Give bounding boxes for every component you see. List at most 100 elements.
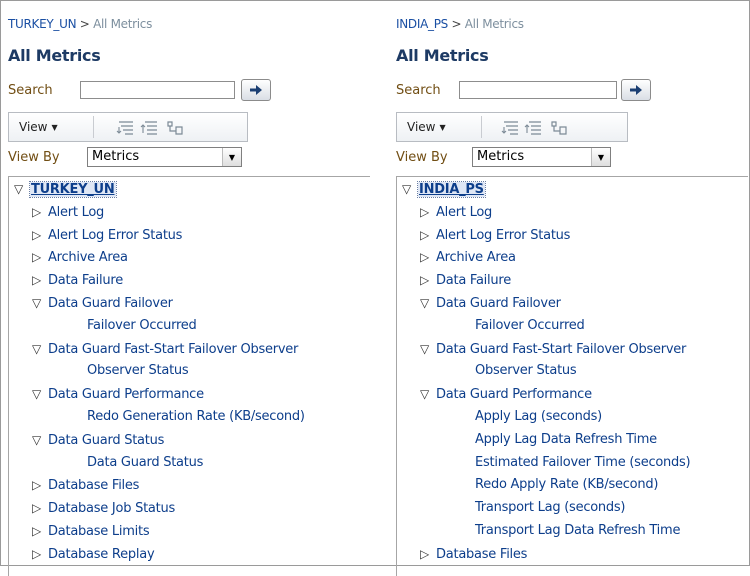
tree-item-label[interactable]: Data Guard Failover: [48, 296, 173, 311]
expanded-triangle-icon[interactable]: ▽: [14, 178, 30, 200]
expanded-triangle-icon[interactable]: ▽: [420, 338, 436, 360]
tree-item-label[interactable]: Database Job Status: [48, 501, 175, 516]
tree-metric-apply-lag-data-refresh-time[interactable]: Apply Lag Data Refresh Time: [475, 429, 657, 451]
tree-item-label[interactable]: Observer Status: [87, 363, 189, 378]
tree-item-data-guard-status[interactable]: ▽ Data Guard Status: [32, 429, 164, 451]
tree-item-alert-log-error-status[interactable]: ▷ Alert Log Error Status: [420, 224, 570, 246]
tree-item-archive-area[interactable]: ▷ Archive Area: [32, 246, 128, 268]
expanded-triangle-icon[interactable]: ▽: [402, 178, 418, 200]
tree-item-database-limits[interactable]: ▷ Database Limits: [32, 520, 150, 542]
collapsed-triangle-icon[interactable]: ▷: [420, 246, 436, 268]
search-go-button[interactable]: [241, 79, 271, 101]
tree-item-label[interactable]: Observer Status: [475, 363, 577, 378]
focus-icon[interactable]: [165, 119, 185, 137]
search-input[interactable]: [80, 81, 235, 99]
tree-item-label[interactable]: Data Guard Failover: [436, 296, 561, 311]
tree-item-label[interactable]: Database Files: [48, 478, 139, 493]
expanded-triangle-icon[interactable]: ▽: [32, 292, 48, 314]
tree-item-label[interactable]: Transport Lag Data Refresh Time: [475, 523, 680, 538]
tree-item-label[interactable]: Database Files: [436, 547, 527, 562]
tree-item-data-guard-performance[interactable]: ▽ Data Guard Performance: [32, 383, 204, 405]
expanded-triangle-icon[interactable]: ▽: [420, 292, 436, 314]
tree-item-label[interactable]: Estimated Failover Time (seconds): [475, 455, 691, 470]
view-by-select[interactable]: Metrics ▼: [472, 147, 611, 167]
tree-item-label[interactable]: Redo Generation Rate (KB/second): [87, 409, 305, 424]
collapsed-triangle-icon[interactable]: ▷: [420, 201, 436, 223]
tree-item-label[interactable]: Failover Occurred: [475, 318, 585, 333]
tree-item-label[interactable]: Data Failure: [48, 273, 123, 288]
tree-item-label[interactable]: Alert Log: [436, 205, 492, 220]
collapsed-triangle-icon[interactable]: ▷: [420, 543, 436, 565]
tree-root-label[interactable]: INDIA_PS: [417, 181, 486, 198]
search-input[interactable]: [459, 81, 617, 99]
tree-item-data-guard-failover[interactable]: ▽ Data Guard Failover: [420, 292, 561, 314]
tree-item-alert-log-error-status[interactable]: ▷ Alert Log Error Status: [32, 224, 182, 246]
view-menu-button[interactable]: View ▼: [19, 120, 58, 134]
tree-item-label[interactable]: Apply Lag (seconds): [475, 409, 602, 424]
tree-item-label[interactable]: Transport Lag (seconds): [475, 500, 626, 515]
collapsed-triangle-icon[interactable]: ▷: [32, 520, 48, 542]
tree-item-database-files[interactable]: ▷ Database Files: [32, 474, 139, 496]
expanded-triangle-icon[interactable]: ▽: [32, 383, 48, 405]
tree-metric-estimated-failover-time-seconds[interactable]: Estimated Failover Time (seconds): [475, 452, 691, 474]
collapsed-triangle-icon[interactable]: ▷: [32, 246, 48, 268]
view-by-select[interactable]: Metrics ▼: [87, 147, 242, 167]
view-menu-button[interactable]: View ▼: [407, 120, 446, 134]
tree-item-database-replay[interactable]: ▷ Database Replay: [32, 543, 155, 565]
tree-item-label[interactable]: Archive Area: [48, 250, 128, 265]
focus-icon[interactable]: [549, 119, 569, 137]
breadcrumb-target-link[interactable]: INDIA_PS: [396, 17, 448, 31]
tree-item-label[interactable]: Redo Apply Rate (KB/second): [475, 477, 658, 492]
collapsed-triangle-icon[interactable]: ▷: [32, 497, 48, 519]
expand-all-icon[interactable]: [116, 119, 136, 137]
tree-item-data-guard-fast-start-failover-observer[interactable]: ▽ Data Guard Fast-Start Failover Observer: [420, 338, 686, 360]
collapse-all-icon[interactable]: [524, 119, 544, 137]
tree-item-alert-log[interactable]: ▷ Alert Log: [420, 201, 492, 223]
tree-item-label[interactable]: Data Guard Performance: [48, 387, 204, 402]
tree-item-label[interactable]: Data Guard Status: [48, 433, 164, 448]
tree-item-label[interactable]: Database Limits: [48, 524, 150, 539]
collapsed-triangle-icon[interactable]: ▷: [420, 269, 436, 291]
tree-item-label[interactable]: Apply Lag Data Refresh Time: [475, 432, 657, 447]
dropdown-arrow-icon[interactable]: ▼: [591, 148, 610, 166]
tree-item-label[interactable]: Archive Area: [436, 250, 516, 265]
tree-root[interactable]: ▽ INDIA_PS: [402, 178, 486, 200]
tree-item-data-guard-failover[interactable]: ▽ Data Guard Failover: [32, 292, 173, 314]
expanded-triangle-icon[interactable]: ▽: [32, 338, 48, 360]
breadcrumb-target-link[interactable]: TURKEY_UN: [8, 17, 77, 31]
collapse-all-icon[interactable]: [140, 119, 160, 137]
tree-metric-redo-apply-rate-kb-second[interactable]: Redo Apply Rate (KB/second): [475, 474, 658, 496]
tree-item-data-failure[interactable]: ▷ Data Failure: [32, 269, 123, 291]
search-go-button[interactable]: [621, 79, 651, 101]
tree-metric-apply-lag-seconds[interactable]: Apply Lag (seconds): [475, 406, 602, 428]
expand-all-icon[interactable]: [501, 119, 521, 137]
tree-metric-observer-status[interactable]: Observer Status: [87, 360, 189, 382]
collapsed-triangle-icon[interactable]: ▷: [32, 224, 48, 246]
tree-item-data-guard-fast-start-failover-observer[interactable]: ▽ Data Guard Fast-Start Failover Observer: [32, 338, 298, 360]
tree-item-archive-area[interactable]: ▷ Archive Area: [420, 246, 516, 268]
collapsed-triangle-icon[interactable]: ▷: [32, 269, 48, 291]
tree-item-label[interactable]: Alert Log Error Status: [48, 228, 182, 243]
tree-item-database-job-status[interactable]: ▷ Database Job Status: [32, 497, 175, 519]
tree-metric-redo-generation-rate-kb-second[interactable]: Redo Generation Rate (KB/second): [87, 406, 305, 428]
collapsed-triangle-icon[interactable]: ▷: [420, 224, 436, 246]
tree-item-data-guard-performance[interactable]: ▽ Data Guard Performance: [420, 383, 592, 405]
tree-item-label[interactable]: Failover Occurred: [87, 318, 197, 333]
collapsed-triangle-icon[interactable]: ▷: [32, 201, 48, 223]
dropdown-arrow-icon[interactable]: ▼: [222, 148, 241, 166]
expanded-triangle-icon[interactable]: ▽: [32, 429, 48, 451]
tree-item-label[interactable]: Data Failure: [436, 273, 511, 288]
tree-item-label[interactable]: Data Guard Performance: [436, 387, 592, 402]
expanded-triangle-icon[interactable]: ▽: [420, 383, 436, 405]
tree-item-label[interactable]: Data Guard Status: [87, 455, 203, 470]
tree-item-database-files[interactable]: ▷ Database Files: [420, 543, 527, 565]
tree-item-alert-log[interactable]: ▷ Alert Log: [32, 201, 104, 223]
tree-metric-data-guard-status[interactable]: Data Guard Status: [87, 452, 203, 474]
tree-metric-transport-lag-data-refresh-time[interactable]: Transport Lag Data Refresh Time: [475, 520, 680, 542]
tree-root-label[interactable]: TURKEY_UN: [29, 181, 117, 198]
tree-item-label[interactable]: Data Guard Fast-Start Failover Observer: [436, 342, 686, 357]
tree-metric-failover-occurred[interactable]: Failover Occurred: [475, 315, 585, 337]
tree-metric-transport-lag-seconds[interactable]: Transport Lag (seconds): [475, 497, 626, 519]
tree-item-label[interactable]: Alert Log Error Status: [436, 228, 570, 243]
tree-metric-failover-occurred[interactable]: Failover Occurred: [87, 315, 197, 337]
